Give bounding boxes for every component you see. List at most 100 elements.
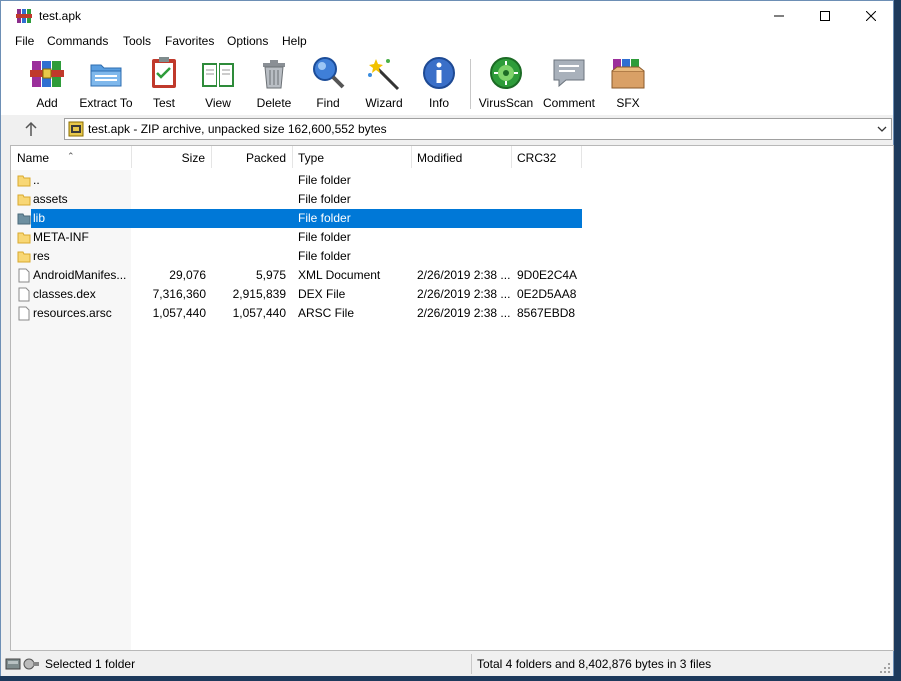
up-arrow-icon[interactable] xyxy=(21,120,41,138)
file-row-selected[interactable]: lib File folder xyxy=(31,209,582,228)
toolbar: Add Extract To Test View Delete Find Wiz… xyxy=(1,51,893,115)
file-name: .. xyxy=(33,173,40,187)
column-header-type-label: Type xyxy=(298,151,325,165)
file-modified: 2/26/2019 2:38 ... xyxy=(417,306,511,320)
file-row[interactable]: resources.arsc 1,057,440 1,057,440 ARSC … xyxy=(11,304,582,323)
view-button[interactable]: View xyxy=(197,55,239,113)
column-header-crc32-label: CRC32 xyxy=(517,151,557,165)
file-crc32: 9D0E2C4A xyxy=(517,268,578,282)
menu-bar: File Commands Tools Favorites Options He… xyxy=(1,31,893,51)
virusscan-label: VirusScan xyxy=(478,96,534,110)
status-divider xyxy=(471,654,472,674)
column-header-crc32[interactable]: CRC32 xyxy=(512,146,582,170)
title-bar: test.apk xyxy=(1,1,893,31)
magnifier-icon xyxy=(313,57,345,89)
status-bar: Selected 1 folder Total 4 folders and 8,… xyxy=(1,652,893,676)
minimize-button[interactable] xyxy=(756,1,802,31)
column-header-size[interactable]: Size xyxy=(132,146,211,170)
document-icon xyxy=(18,287,30,302)
folder-icon xyxy=(17,175,31,187)
maximize-button[interactable] xyxy=(802,1,848,31)
delete-button[interactable]: Delete xyxy=(255,55,293,113)
minimize-icon xyxy=(774,15,784,17)
file-name: res xyxy=(33,249,50,263)
sfx-button[interactable]: SFX xyxy=(608,55,648,113)
file-type: File folder xyxy=(298,230,351,244)
virusscan-button[interactable]: VirusScan xyxy=(478,55,534,113)
menu-commands[interactable]: Commands xyxy=(47,34,108,48)
drive-icon xyxy=(5,658,39,670)
menu-file[interactable]: File xyxy=(15,34,34,48)
maximize-icon xyxy=(820,11,830,21)
view-label: View xyxy=(205,96,231,110)
file-name: META-INF xyxy=(33,230,89,244)
extract-to-button[interactable]: Extract To xyxy=(77,55,135,113)
column-header-type[interactable]: Type xyxy=(293,146,411,170)
column-divider[interactable] xyxy=(581,146,582,168)
menu-help[interactable]: Help xyxy=(282,34,307,48)
file-modified: 2/26/2019 2:38 ... xyxy=(417,268,511,282)
file-name: lib xyxy=(33,211,46,225)
add-button[interactable]: Add xyxy=(28,55,66,113)
sfx-label: SFX xyxy=(616,96,640,110)
test-clipboard-icon xyxy=(152,57,176,88)
sfx-box-icon xyxy=(611,59,645,89)
comment-bubble-icon xyxy=(553,59,585,88)
file-type: File folder xyxy=(298,192,351,206)
file-name: resources.arsc xyxy=(33,306,112,320)
find-label: Find xyxy=(316,96,340,110)
file-name: classes.dex xyxy=(33,287,96,301)
menu-tools[interactable]: Tools xyxy=(123,34,151,48)
column-header-name[interactable]: ⌃ Name xyxy=(11,146,131,170)
file-row[interactable]: .. File folder xyxy=(11,171,582,190)
info-button[interactable]: Info xyxy=(423,55,455,113)
column-header-packed[interactable]: Packed xyxy=(212,146,292,170)
virus-scan-icon xyxy=(490,57,522,89)
menu-options[interactable]: Options xyxy=(227,34,268,48)
menu-favorites[interactable]: Favorites xyxy=(165,34,214,48)
file-row[interactable]: assets File folder xyxy=(11,190,582,209)
address-bar: test.apk - ZIP archive, unpacked size 16… xyxy=(1,115,893,143)
file-list: ⌃ Name Size Packed Type Modified CRC32 .… xyxy=(10,145,894,651)
column-header-packed-label: Packed xyxy=(245,151,286,165)
folder-icon xyxy=(17,251,31,263)
folder-icon xyxy=(17,232,31,244)
column-header-size-label: Size xyxy=(181,151,205,165)
file-row[interactable]: META-INF File folder xyxy=(11,228,582,247)
resize-grip-icon[interactable] xyxy=(879,662,891,674)
file-packed: 5,975 xyxy=(255,268,286,282)
test-button[interactable]: Test xyxy=(147,55,181,113)
file-type: XML Document xyxy=(298,268,381,282)
find-button[interactable]: Find xyxy=(311,55,345,113)
file-size: 7,316,360 xyxy=(152,287,206,301)
status-selection-text: Selected 1 folder xyxy=(45,657,136,671)
file-size: 29,076 xyxy=(169,268,206,282)
file-row[interactable]: AndroidManifes... 29,076 5,975 XML Docum… xyxy=(11,266,582,285)
document-icon xyxy=(18,306,30,321)
file-name: AndroidManifes... xyxy=(33,268,127,282)
file-crc32: 8567EBD8 xyxy=(517,306,576,320)
sort-ascending-icon: ⌃ xyxy=(67,151,75,161)
archive-icon xyxy=(68,121,84,137)
comment-label: Comment xyxy=(542,96,595,110)
folder-icon xyxy=(17,194,31,206)
comment-button[interactable]: Comment xyxy=(541,55,597,113)
file-type: DEX File xyxy=(298,287,346,301)
info-icon xyxy=(423,57,455,89)
magic-wand-icon xyxy=(368,59,400,91)
document-icon xyxy=(18,268,30,283)
column-header-name-label: Name xyxy=(17,151,50,165)
wizard-button[interactable]: Wizard xyxy=(363,55,405,113)
column-header-modified[interactable]: Modified xyxy=(412,146,511,170)
close-button[interactable] xyxy=(848,1,894,31)
address-field[interactable]: test.apk - ZIP archive, unpacked size 16… xyxy=(64,118,892,140)
delete-label: Delete xyxy=(256,96,292,110)
file-type: File folder xyxy=(298,211,351,225)
file-name: assets xyxy=(33,192,68,206)
add-label: Add xyxy=(36,96,58,110)
file-row[interactable]: res File folder xyxy=(11,247,582,266)
chevron-down-icon[interactable] xyxy=(876,122,888,136)
file-row[interactable]: classes.dex 7,316,360 2,915,839 DEX File… xyxy=(11,285,582,304)
close-icon xyxy=(866,11,876,21)
file-type: File folder xyxy=(298,249,351,263)
